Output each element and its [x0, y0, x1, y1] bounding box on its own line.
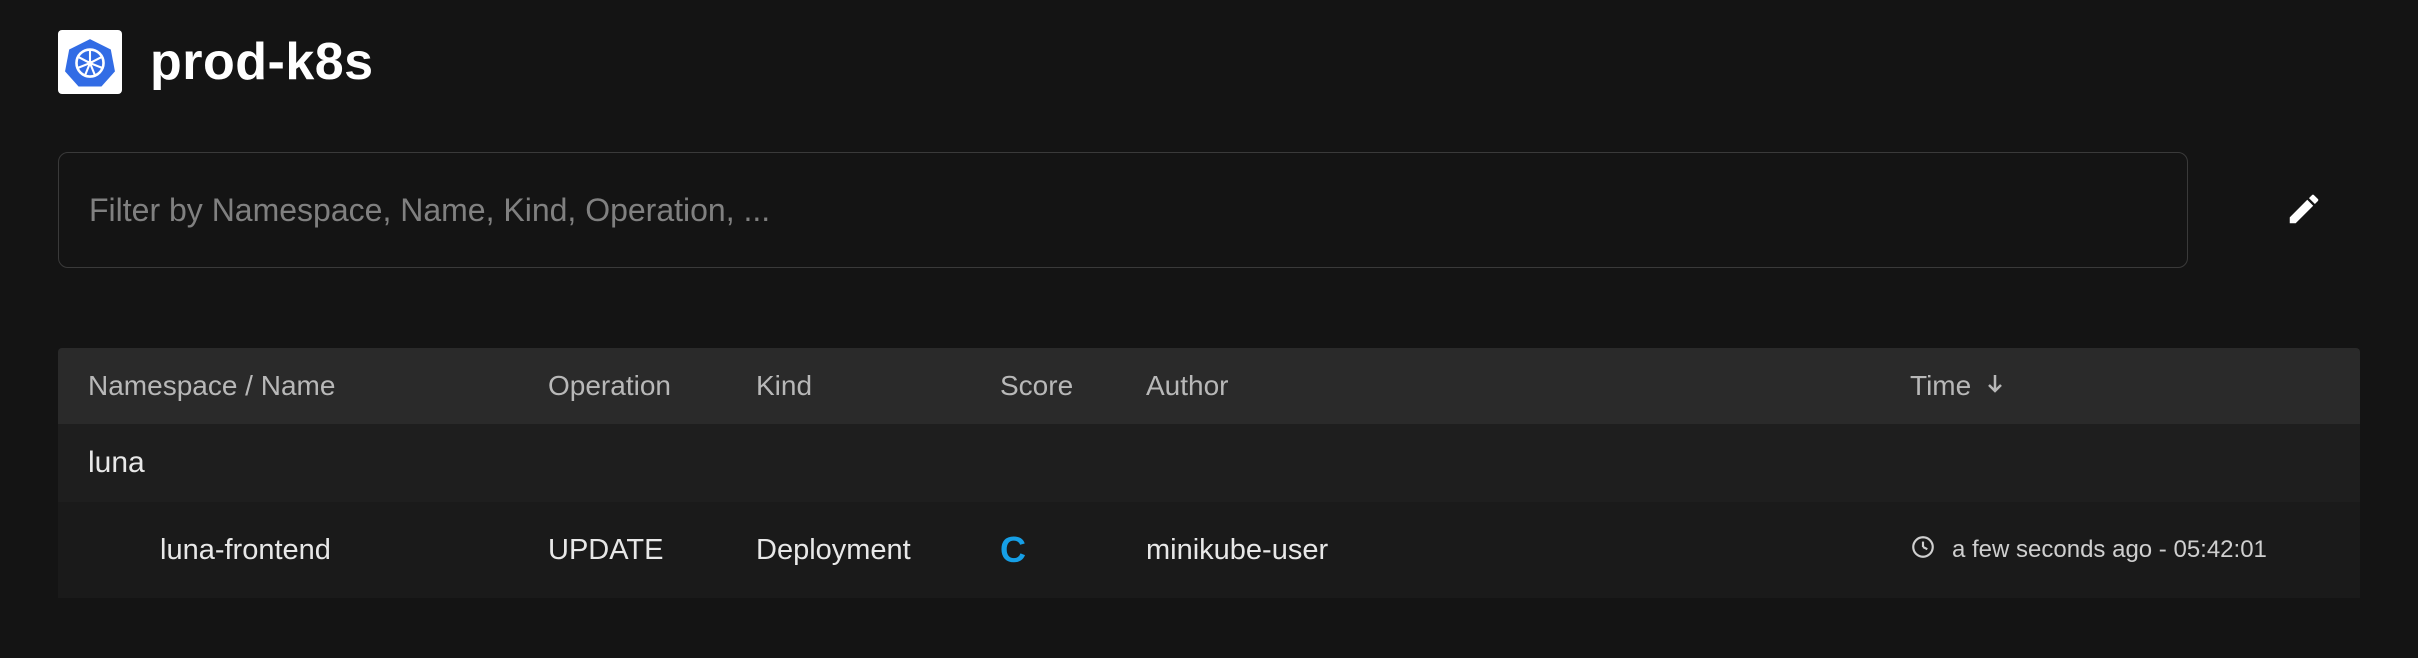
col-header-operation[interactable]: Operation	[548, 370, 756, 402]
edit-button[interactable]	[2278, 184, 2330, 236]
col-header-author[interactable]: Author	[1146, 370, 1910, 402]
col-header-time-label: Time	[1910, 370, 1971, 402]
cell-score: C	[1000, 529, 1146, 571]
cell-kind: Deployment	[756, 534, 1000, 567]
cell-author: minikube-user	[1146, 534, 1910, 567]
time-text: a few seconds ago - 05:42:01	[1952, 536, 2267, 564]
filter-input[interactable]	[58, 152, 2188, 268]
filter-bar	[58, 152, 2360, 268]
cell-operation: UPDATE	[548, 534, 756, 567]
cell-name: luna-frontend	[88, 534, 548, 567]
pencil-icon	[2285, 190, 2323, 231]
col-header-score[interactable]: Score	[1000, 370, 1146, 402]
col-header-kind[interactable]: Kind	[756, 370, 1000, 402]
score-badge: C	[1000, 529, 1026, 570]
page-title: prod-k8s	[150, 32, 374, 92]
namespace-group-row[interactable]: luna	[58, 424, 2360, 502]
cell-time: a few seconds ago - 05:42:01	[1910, 534, 2330, 567]
col-header-time[interactable]: Time	[1910, 370, 2330, 402]
col-header-namespace-name[interactable]: Namespace / Name	[88, 370, 548, 402]
page-header: prod-k8s	[58, 30, 2360, 94]
events-table: Namespace / Name Operation Kind Score Au…	[58, 348, 2360, 598]
namespace-label: luna	[88, 446, 548, 480]
sort-desc-icon	[1983, 370, 2007, 402]
table-header-row: Namespace / Name Operation Kind Score Au…	[58, 348, 2360, 424]
kubernetes-icon	[58, 30, 122, 94]
clock-icon	[1910, 534, 1936, 567]
table-row[interactable]: luna-frontend UPDATE Deployment C miniku…	[58, 502, 2360, 598]
